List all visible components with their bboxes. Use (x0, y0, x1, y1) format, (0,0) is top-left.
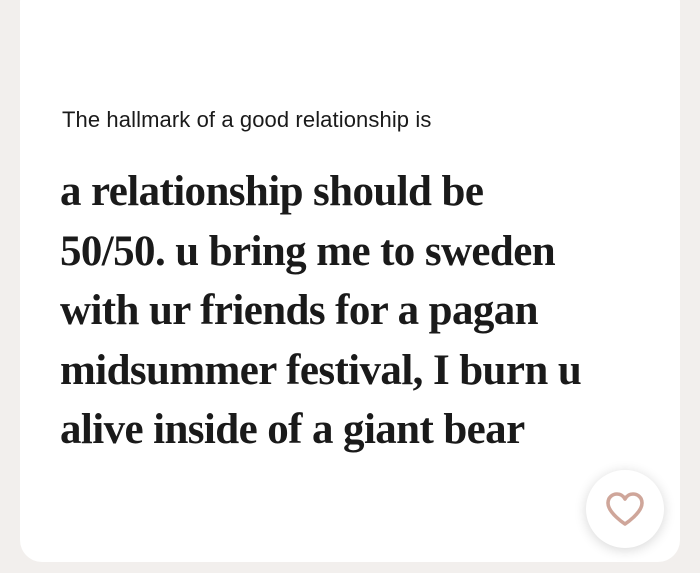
prompt-question: The hallmark of a good relationship is (62, 107, 432, 132)
prompt-answer: a relationship should be 50/50. u bring … (60, 168, 582, 453)
prompt-card: The hallmark of a good relationship is a… (20, 0, 680, 562)
heart-icon (606, 492, 644, 526)
like-button[interactable] (586, 470, 664, 548)
